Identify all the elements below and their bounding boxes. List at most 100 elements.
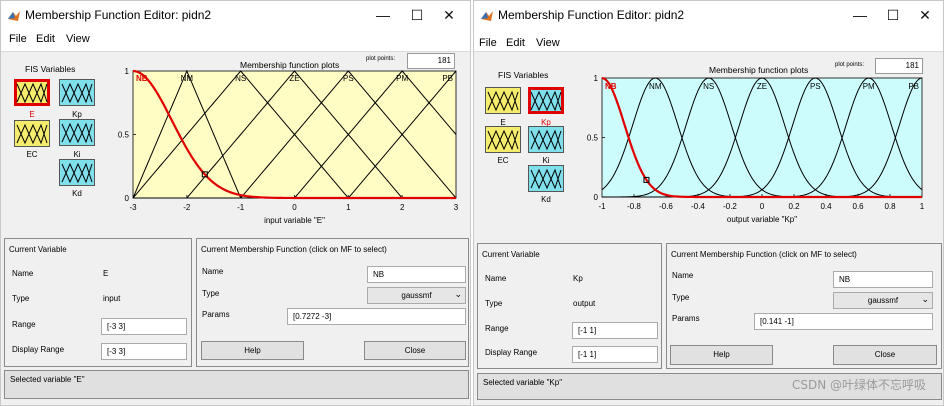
- range-field[interactable]: [-1 1]: [572, 322, 658, 339]
- maximize-icon[interactable]: ☐: [406, 5, 428, 25]
- type-label: Type: [12, 294, 30, 303]
- x-tick-label: -3: [129, 203, 137, 212]
- x-tick-label: 3: [454, 203, 459, 212]
- title-bar: Membership Function Editor: pidn2 — ☐ ✕: [474, 1, 943, 31]
- x-tick-label: -1: [237, 203, 245, 212]
- title-bar: Membership Function Editor: pidn2 — ☐ ✕: [1, 1, 470, 31]
- mf-editor-window-e: Membership Function Editor: pidn2 — ☐ ✕ …: [0, 0, 471, 406]
- window-title: Membership Function Editor: pidn2: [25, 8, 212, 22]
- close-button[interactable]: Close: [364, 341, 466, 360]
- y-tick-label: 1: [594, 74, 599, 83]
- chevron-down-icon: ⌄: [454, 289, 462, 299]
- mf-label-ze[interactable]: ZE: [289, 74, 299, 83]
- mf-name-field[interactable]: NB: [833, 271, 933, 288]
- mf-label-ns[interactable]: NS: [235, 74, 246, 83]
- x-axis-label: output variable "Kp": [727, 215, 797, 224]
- params-field[interactable]: [0.141 -1]: [754, 313, 933, 330]
- range-label: Range: [485, 324, 509, 333]
- menu-edit[interactable]: Edit: [506, 37, 525, 49]
- current-variable-panel: Current Variable Name Kp Type output Ran…: [477, 243, 662, 369]
- x-tick-label: 1: [920, 202, 925, 211]
- help-button[interactable]: Help: [201, 341, 304, 360]
- x-tick-label: 2: [400, 203, 405, 212]
- minimize-icon[interactable]: —: [849, 5, 871, 25]
- x-tick-label: -0.8: [627, 202, 641, 211]
- plot-area[interactable]: [601, 77, 923, 198]
- mf-label-pb[interactable]: PB: [442, 74, 453, 83]
- mf-label-ps[interactable]: PS: [343, 74, 354, 83]
- x-tick-label: -0.2: [723, 202, 737, 211]
- menu-bar: File Edit View: [474, 31, 943, 52]
- mf-plot[interactable]: 10.50-1 -0.8 -0.6 -0.4 -0.2 0 0.2 0.4 0.6 0.8 1out…: [474, 52, 944, 237]
- mf-label-nm[interactable]: NM: [649, 82, 662, 91]
- watermark: CSDN @叶绿体不忘呼吸: [791, 378, 926, 392]
- mf-label-nb[interactable]: NB: [136, 74, 148, 83]
- name-label: Name: [485, 274, 507, 283]
- menu-view[interactable]: View: [66, 33, 90, 45]
- menu-edit[interactable]: Edit: [36, 33, 55, 45]
- y-tick-label: 0: [125, 194, 130, 203]
- x-tick-label: 0.8: [884, 202, 896, 211]
- current-variable-panel: Current Variable Name E Type input Range…: [4, 238, 192, 367]
- x-tick-label: 0: [760, 202, 765, 211]
- variable-type-value: input: [103, 294, 121, 303]
- menu-view[interactable]: View: [536, 37, 560, 49]
- params-field[interactable]: [0.7272 -3]: [287, 308, 466, 325]
- menu-file[interactable]: File: [9, 33, 27, 45]
- mf-type-label: Type: [202, 289, 220, 298]
- mf-type-dropdown[interactable]: gaussmf ⌄: [833, 292, 933, 309]
- mf-name-label: Name: [202, 267, 224, 276]
- type-label: Type: [485, 299, 503, 308]
- matlab-icon: [8, 11, 20, 21]
- help-button[interactable]: Help: [670, 345, 773, 365]
- mf-label-pb[interactable]: PB: [908, 82, 919, 91]
- mf-label-ps[interactable]: PS: [810, 82, 821, 91]
- status-bar: Selected variable "E": [4, 370, 469, 399]
- range-field[interactable]: [-3 3]: [101, 318, 187, 335]
- variable-name-value: E: [103, 269, 109, 278]
- mf-type-value: gaussmf: [867, 296, 899, 305]
- matlab-icon: [481, 11, 493, 21]
- y-tick-label: 1: [125, 67, 130, 76]
- mf-label-pm[interactable]: PM: [863, 82, 875, 91]
- close-icon[interactable]: ✕: [914, 5, 936, 25]
- y-tick-label: 0.5: [118, 131, 130, 140]
- maximize-icon[interactable]: ☐: [882, 5, 904, 25]
- window-title: Membership Function Editor: pidn2: [498, 8, 685, 22]
- x-tick-label: 0.2: [788, 202, 800, 211]
- current-variable-title: Current Variable: [482, 250, 540, 259]
- mf-editor-window-kp: Membership Function Editor: pidn2 — ☐ ✕ …: [473, 0, 944, 406]
- mf-label-nm[interactable]: NM: [181, 74, 194, 83]
- x-tick-label: 1: [346, 203, 351, 212]
- mf-type-dropdown[interactable]: gaussmf ⌄: [367, 287, 466, 304]
- close-button[interactable]: Close: [833, 345, 937, 365]
- x-tick-label: -1: [598, 202, 606, 211]
- x-tick-label: -0.6: [659, 202, 673, 211]
- display-range-label: Display Range: [485, 348, 538, 357]
- mf-label-ns[interactable]: NS: [703, 82, 714, 91]
- current-mf-title: Current Membership Function (click on MF…: [201, 245, 387, 254]
- display-range-field[interactable]: [-3 3]: [101, 343, 187, 360]
- minimize-icon[interactable]: —: [372, 5, 394, 25]
- current-mf-title: Current Membership Function (click on MF…: [671, 250, 857, 259]
- display-range-label: Display Range: [12, 345, 65, 354]
- mf-label-pm[interactable]: PM: [396, 74, 408, 83]
- x-tick-label: -0.4: [691, 202, 705, 211]
- y-tick-label: 0.5: [587, 134, 599, 143]
- mf-type-value: gaussmf: [401, 291, 432, 300]
- mf-name-field[interactable]: NB: [367, 266, 466, 283]
- menu-bar: File Edit View: [1, 31, 470, 52]
- x-tick-label: 0.4: [820, 202, 832, 211]
- range-label: Range: [12, 320, 36, 329]
- current-variable-title: Current Variable: [9, 245, 67, 254]
- x-tick-label: 0.6: [852, 202, 864, 211]
- variable-type-value: output: [573, 299, 596, 308]
- display-range-field[interactable]: [-1 1]: [572, 346, 658, 363]
- mf-label-nb[interactable]: NB: [605, 82, 617, 91]
- mf-label-ze[interactable]: ZE: [757, 82, 767, 91]
- x-axis-label: input variable "E": [264, 216, 325, 225]
- chevron-down-icon: ⌄: [921, 294, 929, 304]
- close-icon[interactable]: ✕: [438, 5, 460, 25]
- mf-plot[interactable]: 10.50-3 -2 -1 0 1 2 3input variable "E"NB NM NS Z…: [1, 52, 471, 232]
- menu-file[interactable]: File: [479, 37, 497, 49]
